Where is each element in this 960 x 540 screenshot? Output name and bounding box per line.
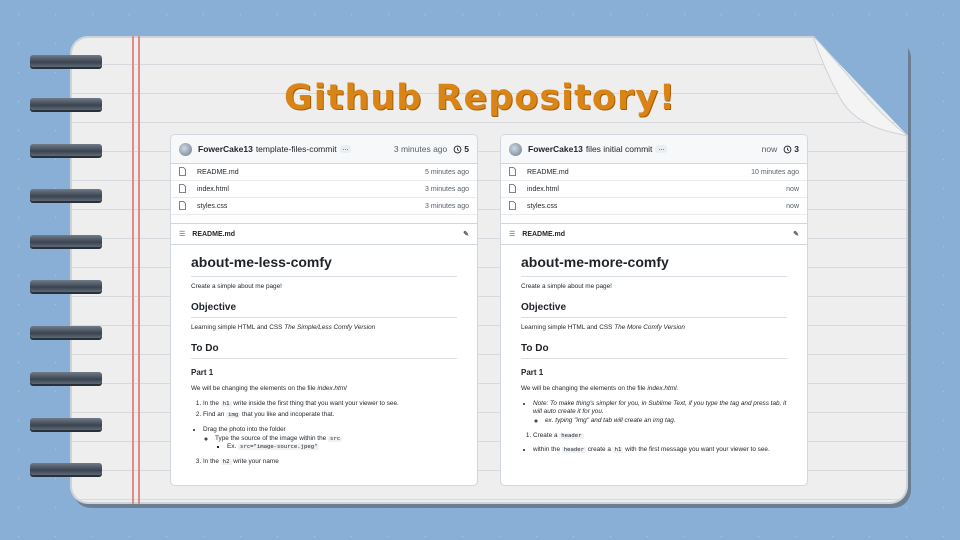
readme-title: about-me-less-comfy	[191, 253, 457, 277]
edit-pencil-icon[interactable]: ✎	[463, 230, 469, 238]
spiral-ring	[30, 280, 102, 294]
readme-body: about-me-less-comfy Create a simple abou…	[171, 245, 477, 466]
list-item: In the h2 write your name	[203, 458, 457, 467]
commit-message-link[interactable]: files initial commit	[586, 144, 653, 154]
list-icon[interactable]: ☰	[509, 230, 515, 238]
file-time: 3 minutes ago	[425, 202, 469, 210]
readme-label: README.md	[192, 230, 236, 238]
spiral-ring	[30, 189, 102, 203]
spiral-ring	[30, 372, 102, 386]
commit-time: now	[761, 144, 778, 154]
latest-commit-bar: FowerCake13 files initial commit ... now…	[501, 135, 807, 164]
file-name[interactable]: index.html	[197, 186, 229, 193]
file-name[interactable]: styles.css	[527, 203, 557, 210]
list-item: Ex. src="image-source.jpeg"	[227, 443, 457, 452]
readme-header: ☰ README.md ✎	[171, 224, 477, 245]
history-icon	[783, 145, 792, 153]
commit-history-link[interactable]: 3	[783, 144, 799, 154]
edit-pencil-icon[interactable]: ✎	[793, 230, 799, 238]
spiral-ring	[30, 144, 102, 158]
readme-title: about-me-more-comfy	[521, 253, 787, 277]
list-item: Note: To make thing's simpler for you, i…	[533, 400, 787, 426]
file-icon	[179, 166, 189, 178]
list-icon[interactable]: ☰	[179, 230, 185, 238]
latest-commit-bar: FowerCake13 template-files-commit ... 3 …	[171, 135, 477, 164]
objective-text: Learning simple HTML and CSS The Simple/…	[191, 324, 376, 332]
file-time: 3 minutes ago	[425, 185, 469, 193]
heading-part1: Part 1	[521, 368, 544, 378]
file-row-readme[interactable]: README.md 5 minutes ago	[171, 164, 477, 181]
file-row-index[interactable]: index.html now	[501, 181, 807, 198]
repo-panel-less-comfy: FowerCake13 template-files-commit ... 3 …	[170, 134, 478, 486]
list-item: Find an img that you like and incoperate…	[203, 411, 457, 420]
file-row-index[interactable]: index.html 3 minutes ago	[171, 181, 477, 198]
file-icon	[509, 200, 519, 212]
readme-intro: Create a simple about me page!	[191, 282, 282, 290]
readme-label: README.md	[522, 230, 566, 238]
commit-count: 5	[464, 144, 469, 154]
file-row-styles[interactable]: styles.css 3 minutes ago	[171, 198, 477, 215]
heading-objective: Objective	[521, 301, 787, 319]
commit-time: 3 minutes ago	[393, 144, 448, 154]
file-time: 5 minutes ago	[425, 168, 469, 176]
avatar[interactable]	[509, 142, 522, 156]
heading-todo: To Do	[521, 342, 787, 360]
file-name[interactable]: README.md	[527, 169, 569, 176]
commit-history-link[interactable]: 5	[453, 144, 469, 154]
file-row-styles[interactable]: styles.css now	[501, 198, 807, 215]
readme-header: ☰ README.md ✎	[501, 224, 807, 245]
divider	[171, 215, 477, 224]
steps-list: Create a header	[521, 432, 787, 441]
part1-text: We will be changing the elements on the …	[521, 384, 679, 392]
heading-objective: Objective	[191, 301, 457, 319]
file-name[interactable]: index.html	[527, 186, 559, 193]
spiral-ring	[30, 418, 102, 432]
file-time: 10 minutes ago	[751, 168, 799, 176]
part1-text: We will be changing the elements on the …	[191, 384, 347, 392]
commit-message-link[interactable]: template-files-commit	[256, 144, 337, 154]
spiral-ring	[30, 463, 102, 477]
file-icon	[179, 183, 189, 195]
list-item: Create a header	[533, 432, 787, 441]
spiral-ring	[30, 55, 102, 69]
objective-text: Learning simple HTML and CSS The More Co…	[521, 324, 685, 332]
history-icon	[453, 145, 462, 153]
file-name[interactable]: styles.css	[197, 203, 227, 210]
list-item: Type the source of the image within the …	[215, 435, 457, 452]
list-item: ex. typing "img" and tab will create an …	[545, 417, 787, 426]
list-item: Drag the photo into the folder Type the …	[203, 426, 457, 452]
slide-title: Github Repository!	[284, 78, 676, 118]
steps-list: In the h1 write inside the first thing t…	[191, 400, 457, 420]
note-list: Note: To make thing's simpler for you, i…	[521, 400, 787, 426]
commit-expand-button[interactable]: ...	[655, 145, 668, 153]
bullet-list: within the header create a h1 with the f…	[521, 446, 787, 455]
commit-expand-button[interactable]: ...	[339, 145, 352, 153]
commit-user-link[interactable]: FowerCake13	[198, 144, 253, 154]
file-icon	[509, 166, 519, 178]
steps-list-continued: In the h2 write your name	[191, 458, 457, 467]
spiral-ring	[30, 235, 102, 249]
list-item: within the header create a h1 with the f…	[533, 446, 787, 455]
spiral-ring	[30, 326, 102, 340]
commit-user-link[interactable]: FowerCake13	[528, 144, 583, 154]
avatar[interactable]	[179, 142, 192, 156]
repo-panel-more-comfy: FowerCake13 files initial commit ... now…	[500, 134, 808, 486]
file-time: now	[786, 185, 799, 193]
file-icon	[179, 200, 189, 212]
file-icon	[509, 183, 519, 195]
file-time: now	[786, 202, 799, 210]
bullet-list: Drag the photo into the folder Type the …	[191, 426, 457, 452]
divider	[501, 215, 807, 224]
readme-intro: Create a simple about me page!	[521, 282, 612, 290]
list-item: In the h1 write inside the first thing t…	[203, 400, 457, 409]
heading-part1: Part 1	[191, 368, 214, 378]
file-name[interactable]: README.md	[197, 169, 239, 176]
file-row-readme[interactable]: README.md 10 minutes ago	[501, 164, 807, 181]
readme-body: about-me-more-comfy Create a simple abou…	[501, 245, 807, 455]
heading-todo: To Do	[191, 342, 457, 360]
commit-count: 3	[794, 144, 799, 154]
